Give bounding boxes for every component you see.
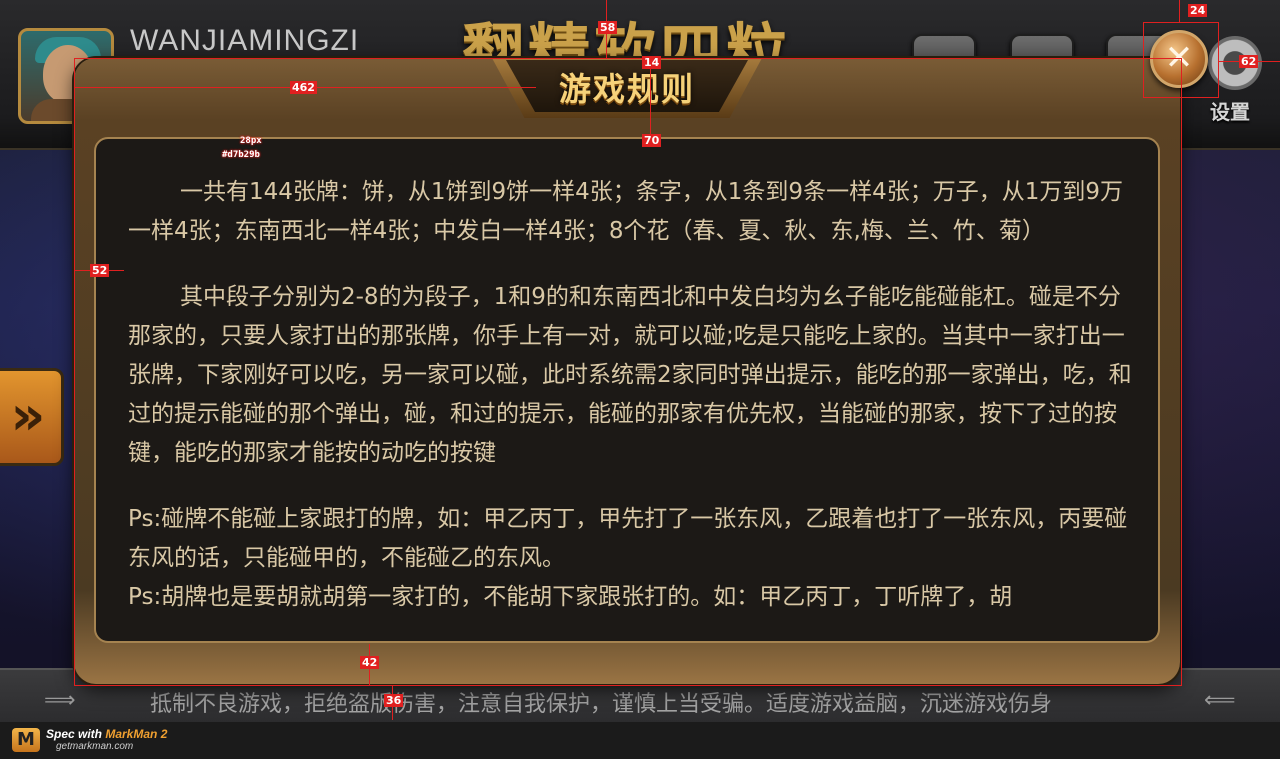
ornament-right-icon: ⟸: [1204, 688, 1236, 713]
rules-paragraph: Ps:胡牌也是要胡就胡第一家打的，不能胡下家跟张打的。如：甲乙丙丁，丁听牌了，胡: [128, 584, 1013, 610]
rules-text: 一共有144张牌：饼，从1饼到9饼一样4张；条字，从1条到9条一样4张；万子，从…: [128, 173, 1134, 617]
player-name: WANJIAMINGZI: [130, 24, 360, 57]
markman-watermark: M Spec with MarkMan 2 getmarkman.com: [12, 726, 192, 756]
markman-site: getmarkman.com: [56, 741, 134, 752]
markman-logo-icon: M: [12, 728, 40, 752]
markman-brand: Spec with MarkMan 2: [46, 727, 168, 741]
rules-paragraph: Ps:碰牌不能碰上家跟打的牌，如：甲乙丙丁，甲先打了一张东风，乙跟着也打了一张东…: [128, 506, 1128, 571]
side-expand-button[interactable]: »: [0, 368, 64, 466]
dialog-title: 游戏规则: [558, 70, 695, 108]
close-button[interactable]: ✕: [1150, 30, 1208, 88]
watermark-strip: [0, 722, 1280, 759]
rules-content-panel[interactable]: 一共有144张牌：饼，从1饼到9饼一样4张；条字，从1条到9条一样4张；万子，从…: [94, 137, 1160, 643]
close-icon: ✕: [1164, 38, 1194, 78]
gear-icon[interactable]: [1208, 36, 1262, 90]
anti-addiction-notice: 抵制不良游戏，拒绝盗版伤害，注意自我保护，谨慎上当受骗。适度游戏益脑，沉迷游戏伤…: [150, 692, 1053, 717]
settings-label[interactable]: 设置: [1210, 96, 1250, 125]
rules-paragraph: 其中段子分别为2-8的为段子，1和9的和东南西北和中发白均为幺子能吃能碰能杠。碰…: [128, 284, 1132, 466]
double-chevron-right-icon: »: [10, 384, 46, 447]
ornament-left-icon: ⟹: [44, 688, 76, 713]
rules-paragraph: 一共有144张牌：饼，从1饼到9饼一样4张；条字，从1条到9条一样4张；万子，从…: [128, 179, 1123, 244]
